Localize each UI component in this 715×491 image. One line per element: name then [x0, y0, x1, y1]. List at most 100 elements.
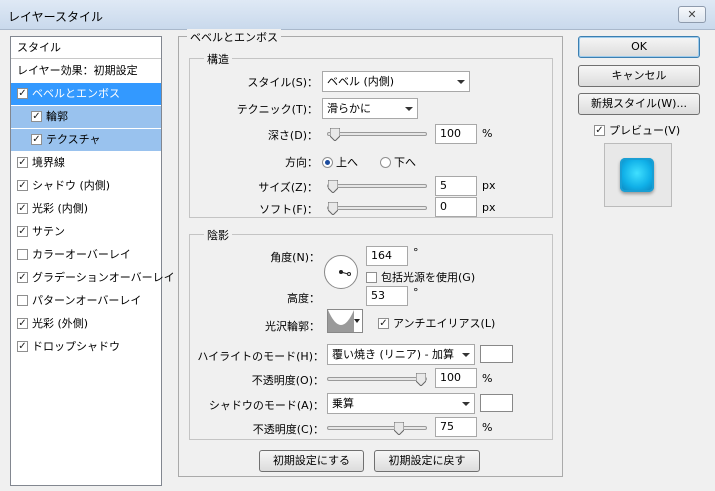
style-item-stroke[interactable]: ✓ 境界線	[11, 152, 161, 174]
style-list: スタイル レイヤー効果：初期設定 ✓ ベベルとエンボス ✓ 輪郭 ✓ テクスチャ ✓ 境…	[10, 36, 175, 486]
structure-group: 構造 スタイル(S)： ベベル (内側) テクニック(T)： 滑らかに 深さ(D…	[189, 51, 553, 218]
checkbox-icon[interactable]: ✓	[31, 133, 42, 145]
checkbox-icon[interactable]: ✓	[17, 225, 28, 237]
highlight-mode-dropdown[interactable]: 覆い焼き (リニア) - 加算	[327, 344, 475, 365]
style-dropdown[interactable]: ベベル (内側)	[322, 71, 470, 92]
style-item-outer-glow[interactable]: ✓ 光彩 (外側)	[11, 313, 161, 335]
make-default-button[interactable]: 初期設定にする	[259, 450, 364, 472]
style-item-drop-shadow[interactable]: ✓ ドロップシャドウ	[11, 336, 161, 358]
technique-value: 滑らかに	[327, 102, 371, 115]
reset-default-button[interactable]: 初期設定に戻す	[374, 450, 480, 472]
style-item-label: ベベルとエンボス	[32, 87, 120, 100]
style-item-label: シャドウ (内側)	[32, 179, 111, 192]
style-item-label: 境界線	[32, 156, 65, 169]
checkbox-icon[interactable]	[17, 248, 28, 260]
soften-input[interactable]: 0	[435, 197, 477, 217]
direction-up-radio[interactable]: 上へ	[322, 154, 358, 170]
direction-down-radio[interactable]: 下へ	[380, 154, 416, 170]
preview-checkbox[interactable]: ✓ プレビュー(V)	[594, 122, 680, 138]
angle-dial[interactable]	[324, 255, 358, 289]
checkbox-icon[interactable]: ✓	[17, 317, 28, 329]
style-item-color-overlay[interactable]: カラーオーバーレイ	[11, 244, 161, 266]
structure-title: 構造	[204, 51, 232, 67]
angle-dial-icon	[339, 270, 351, 276]
soften-unit: px	[482, 201, 496, 214]
style-item-gradient-overlay[interactable]: ✓ グラデーションオーバーレイ	[11, 267, 175, 289]
checkbox-icon[interactable]: ✓	[17, 156, 28, 168]
global-light-checkbox[interactable]: 包括光源を使用(G)	[366, 269, 475, 285]
checkbox-icon[interactable]: ✓	[17, 179, 28, 191]
soften-slider[interactable]	[327, 202, 427, 215]
depth-input[interactable]: 100	[435, 124, 477, 144]
new-style-button[interactable]: 新規スタイル(W)...	[578, 93, 700, 115]
style-item-satin[interactable]: ✓ サテン	[11, 221, 161, 243]
highlight-color-swatch[interactable]	[480, 345, 513, 363]
checkbox-icon[interactable]: ✓	[378, 317, 389, 329]
chevron-down-icon	[405, 107, 413, 111]
style-item-pattern-overlay[interactable]: パターンオーバーレイ	[11, 290, 161, 312]
style-item-contour[interactable]: ✓ 輪郭	[11, 106, 161, 128]
style-list-header[interactable]: スタイル	[11, 37, 161, 59]
close-button[interactable]: ✕	[678, 6, 706, 23]
shadow-opacity-input[interactable]: 75	[435, 417, 477, 437]
depth-unit: %	[482, 127, 493, 140]
chevron-down-icon	[462, 402, 470, 406]
altitude-input[interactable]: 53	[366, 286, 408, 306]
style-item-inner-glow[interactable]: ✓ 光彩 (内側)	[11, 198, 161, 220]
checkbox-icon[interactable]: ✓	[17, 340, 28, 352]
preview-swatch-icon	[620, 158, 654, 192]
slider-thumb-icon[interactable]	[416, 373, 426, 386]
style-item-inner-shadow[interactable]: ✓ シャドウ (内側)	[11, 175, 161, 197]
chevron-down-icon[interactable]	[354, 319, 360, 323]
style-item-label: カラーオーバーレイ	[32, 248, 131, 261]
bevel-group-title: ベベルとエンボス	[187, 29, 281, 45]
highlight-opacity-label: 不透明度(O)：	[251, 374, 324, 387]
altitude-label: 高度：	[287, 292, 320, 305]
radio-unselected-icon[interactable]	[380, 156, 391, 168]
checkbox-icon[interactable]	[17, 294, 28, 306]
gloss-contour-label: 光沢輪郭：	[265, 320, 320, 333]
checkbox-icon[interactable]: ✓	[594, 124, 605, 136]
style-item-texture[interactable]: ✓ テクスチャ	[11, 129, 161, 151]
altitude-unit: °	[413, 286, 419, 299]
highlight-opacity-input[interactable]: 100	[435, 368, 477, 388]
highlight-opacity-slider[interactable]	[327, 373, 427, 386]
title-bar: レイヤースタイル ✕	[0, 0, 715, 30]
direction-down-label: 下へ	[394, 156, 416, 169]
style-item-label: サテン	[32, 225, 65, 238]
checkbox-icon[interactable]: ✓	[31, 110, 42, 122]
antialias-label: アンチエイリアス(L)	[393, 317, 496, 330]
antialias-checkbox[interactable]: ✓ アンチエイリアス(L)	[378, 315, 495, 331]
bevel-emboss-panel: ベベルとエンボス 構造 スタイル(S)： ベベル (内側) テクニック(T)： …	[178, 29, 563, 477]
size-slider[interactable]	[327, 180, 427, 193]
depth-slider[interactable]	[327, 128, 427, 141]
shadow-mode-value: 乗算	[332, 397, 354, 410]
cancel-button[interactable]: キャンセル	[578, 65, 700, 87]
style-value: ベベル (内側)	[327, 75, 395, 88]
highlight-opacity-unit: %	[482, 372, 493, 385]
radio-selected-icon[interactable]	[322, 156, 333, 168]
slider-thumb-icon[interactable]	[394, 422, 404, 435]
global-light-label: 包括光源を使用(G)	[381, 271, 476, 284]
blend-options-item[interactable]: レイヤー効果：初期設定	[11, 60, 161, 82]
style-item-bevel-emboss[interactable]: ✓ ベベルとエンボス	[11, 83, 161, 105]
angle-input[interactable]: 164	[366, 246, 408, 266]
shadow-mode-label: シャドウのモード(A)：	[208, 399, 324, 412]
technique-dropdown[interactable]: 滑らかに	[322, 98, 418, 119]
checkbox-icon[interactable]: ✓	[17, 271, 28, 283]
slider-thumb-icon[interactable]	[328, 180, 338, 193]
size-input[interactable]: 5	[435, 176, 477, 196]
style-item-label: 光彩 (外側)	[32, 317, 89, 330]
slider-thumb-icon[interactable]	[329, 128, 340, 141]
checkbox-icon[interactable]	[366, 271, 377, 283]
checkbox-icon[interactable]: ✓	[17, 87, 28, 99]
slider-thumb-icon[interactable]	[328, 202, 338, 215]
size-unit: px	[482, 179, 496, 192]
style-item-label: 輪郭	[46, 110, 68, 123]
gloss-contour-picker[interactable]	[327, 309, 363, 333]
ok-button[interactable]: OK	[578, 36, 700, 58]
shadow-mode-dropdown[interactable]: 乗算	[327, 393, 475, 414]
shadow-color-swatch[interactable]	[480, 394, 513, 412]
shadow-opacity-slider[interactable]	[327, 422, 427, 435]
checkbox-icon[interactable]: ✓	[17, 202, 28, 214]
